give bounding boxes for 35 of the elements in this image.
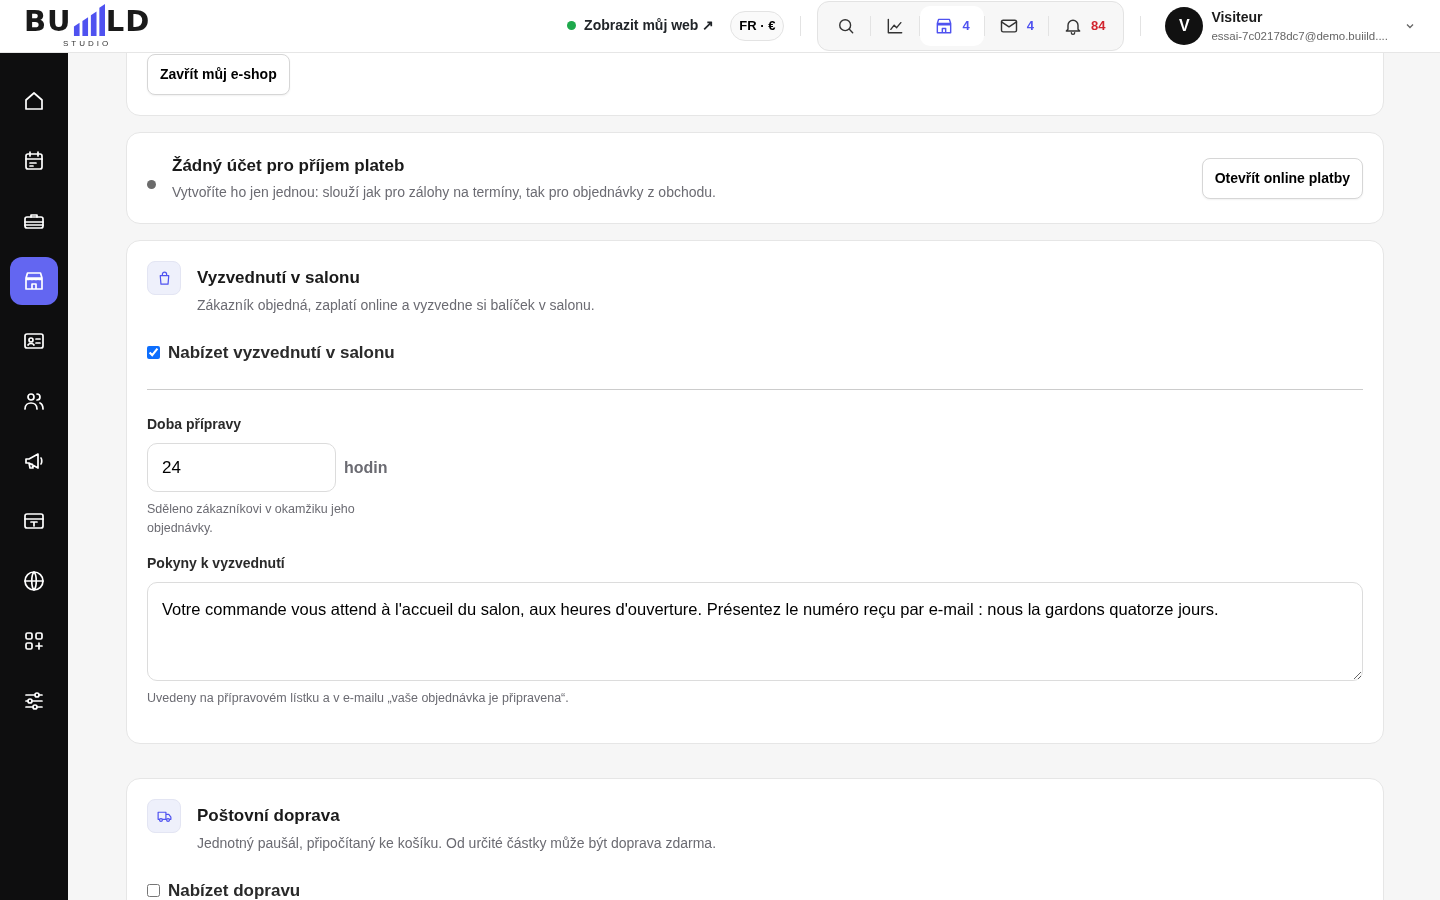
view-website-link[interactable]: Zobrazit můj web ↗ xyxy=(584,15,715,37)
logo-subtitle: STUDIO xyxy=(63,40,112,48)
section-title: Vyzvednutí v salonu xyxy=(197,267,361,290)
toolbar-button[interactable]: 4 xyxy=(920,6,984,46)
help-text: Sděleno zákazníkovi v okamžiku jeho objednávky. xyxy=(147,501,356,537)
logo-text: LD xyxy=(105,7,151,36)
field-label: Doba přípravy xyxy=(147,415,243,435)
close-shop-button[interactable]: Zavřít můj e-shop xyxy=(147,53,290,95)
section-description: Zákazník objedná, zaplatí online a vyzvedne si balíček v salonu. xyxy=(197,295,595,315)
toolbar-button[interactable]: 84 xyxy=(1048,6,1120,46)
globe-icon xyxy=(22,568,46,593)
calendar-icon xyxy=(22,148,46,173)
user-name: Visiteur xyxy=(1211,7,1264,27)
unit-label: hodin xyxy=(344,457,388,478)
sidebar-item[interactable] xyxy=(10,256,58,305)
toolbar-button[interactable]: 4 xyxy=(984,6,1048,46)
section-description: Jednotný paušál, připočítaný ke košíku. Od určité částky může být doprava zdarma. xyxy=(197,833,717,853)
checkbox-label: Nabízet vyzvednutí v salonu xyxy=(168,341,395,364)
checkbox[interactable] xyxy=(147,884,160,898)
user-avatar[interactable]: V xyxy=(1165,7,1204,45)
user-email: essai-7c02178dc7@demo.buiild.... xyxy=(1211,28,1388,44)
text-area[interactable]: Votre commande vous attend à l'accueil du salon, aux heures d'ouverture. Présentez le numéro reçu par e-mail : nous la gardons quatorze jours. xyxy=(147,581,1363,681)
open-payments-button[interactable]: Otevřít online platby xyxy=(1201,157,1363,199)
help-text: Uvedeny na přípravovém lístku a v e-mailu „vaše objednávka je připravena“. xyxy=(147,689,570,707)
checkbox-label: Nabízet dopravu xyxy=(168,879,301,900)
field-label: Pokyny k vyzvednutí xyxy=(147,553,286,573)
section-title: Poštovní doprava xyxy=(197,805,341,828)
logo-bars-icon xyxy=(71,4,106,36)
input-field[interactable]: 24 xyxy=(147,443,336,493)
card-title: Žádný účet pro příjem plateb xyxy=(172,154,406,177)
locale-button[interactable]: FR · € xyxy=(730,11,785,41)
mail-icon xyxy=(998,16,1019,36)
logo-text: BU xyxy=(24,7,72,36)
card-description: Vytvoříte ho jen jednou: slouží jak pro zálohy na termíny, tak pro objednávky z obchodu. xyxy=(172,183,717,203)
checkbox[interactable] xyxy=(147,346,160,360)
